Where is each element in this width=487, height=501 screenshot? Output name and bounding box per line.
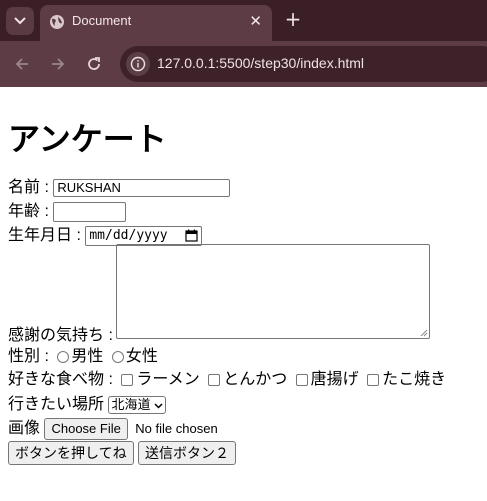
place-selected-value: 北海道 xyxy=(111,397,151,412)
site-info-button[interactable] xyxy=(126,52,150,76)
place-select[interactable]: 北海道 xyxy=(108,396,167,414)
food-option-takoyaki: たこ焼き xyxy=(382,371,447,388)
gender-option-male: 男性 xyxy=(71,348,104,365)
image-label: 画像 xyxy=(8,420,41,438)
arrow-left-icon xyxy=(15,58,28,70)
gender-radio-male[interactable] xyxy=(57,350,70,363)
new-tab-button[interactable]: + xyxy=(283,8,303,30)
gender-label: 性別 : xyxy=(8,348,49,365)
back-button[interactable] xyxy=(10,52,34,76)
gender-option-female: 女性 xyxy=(125,348,158,365)
globe-icon xyxy=(50,15,64,29)
press-me-button[interactable]: ボタンを押してね xyxy=(8,441,134,465)
thanks-textarea[interactable] xyxy=(116,244,430,339)
file-status-text: No file chosen xyxy=(135,421,218,437)
birthday-row: 生年月日 : mm/dd/yyyy xyxy=(8,226,203,246)
forward-button[interactable] xyxy=(46,52,70,76)
page-title: アンケート xyxy=(8,120,167,158)
buttons-row: ボタンを押してね 送信ボタン２ xyxy=(8,441,237,465)
tab-close-icon[interactable]: ✕ xyxy=(249,12,262,30)
place-label: 行きたい場所 xyxy=(8,396,105,414)
tab-title: Document xyxy=(72,13,132,28)
food-checkbox-karaage[interactable] xyxy=(295,373,308,386)
chevron-down-icon xyxy=(154,403,163,409)
tab-search-button[interactable] xyxy=(6,7,34,35)
address-bar[interactable]: 127.0.0.1:5500/step30/index.html xyxy=(120,46,487,82)
reload-icon xyxy=(88,57,100,70)
food-option-karaage: 唐揚げ xyxy=(310,371,359,388)
thanks-label: 感謝の気持ち : xyxy=(8,327,113,344)
age-row: 年齢 : xyxy=(8,202,127,222)
name-row: 名前 : RUKSHAN xyxy=(8,179,231,197)
calendar-icon[interactable] xyxy=(185,229,198,242)
url-text: 127.0.0.1:5500/step30/index.html xyxy=(157,55,365,71)
submit-button-2[interactable]: 送信ボタン２ xyxy=(138,441,237,465)
birthday-placeholder: mm/dd/yyyy xyxy=(89,228,168,243)
place-row: 行きたい場所 北海道 xyxy=(8,396,167,414)
browser-tab[interactable]: Document ✕ xyxy=(40,5,272,41)
birthday-input[interactable]: mm/dd/yyyy xyxy=(85,226,203,246)
chevron-down-icon xyxy=(14,17,26,25)
food-option-tonkatsu: とんかつ xyxy=(223,371,288,388)
image-row: 画像 Choose File No file chosen xyxy=(8,418,218,440)
birthday-label: 生年月日 : xyxy=(8,227,81,245)
arrow-right-icon xyxy=(52,58,65,70)
age-label: 年齢 : xyxy=(8,203,49,221)
food-row: 好きな食べ物 : ラーメン とんかつ 唐揚げ たこ焼き xyxy=(8,371,446,389)
info-icon xyxy=(130,56,146,72)
age-input[interactable] xyxy=(53,202,127,222)
food-checkbox-tonkatsu[interactable] xyxy=(208,373,221,386)
choose-file-button[interactable]: Choose File xyxy=(44,418,128,440)
name-label: 名前 : xyxy=(8,179,49,197)
tab-strip: Document ✕ + xyxy=(0,0,487,41)
food-checkbox-takoyaki[interactable] xyxy=(367,373,380,386)
gender-radio-female[interactable] xyxy=(111,350,124,363)
name-input[interactable]: RUKSHAN xyxy=(53,179,231,197)
food-checkbox-ramen[interactable] xyxy=(121,373,134,386)
reload-button[interactable] xyxy=(82,52,106,76)
browser-toolbar: 127.0.0.1:5500/step30/index.html xyxy=(0,41,487,87)
gender-row: 性別 : 男性 女性 xyxy=(8,348,158,366)
thanks-row: 感謝の気持ち : xyxy=(8,327,113,345)
food-label: 好きな食べ物 : xyxy=(8,371,113,388)
resize-grip-icon[interactable] xyxy=(420,329,428,337)
food-option-ramen: ラーメン xyxy=(136,371,200,388)
